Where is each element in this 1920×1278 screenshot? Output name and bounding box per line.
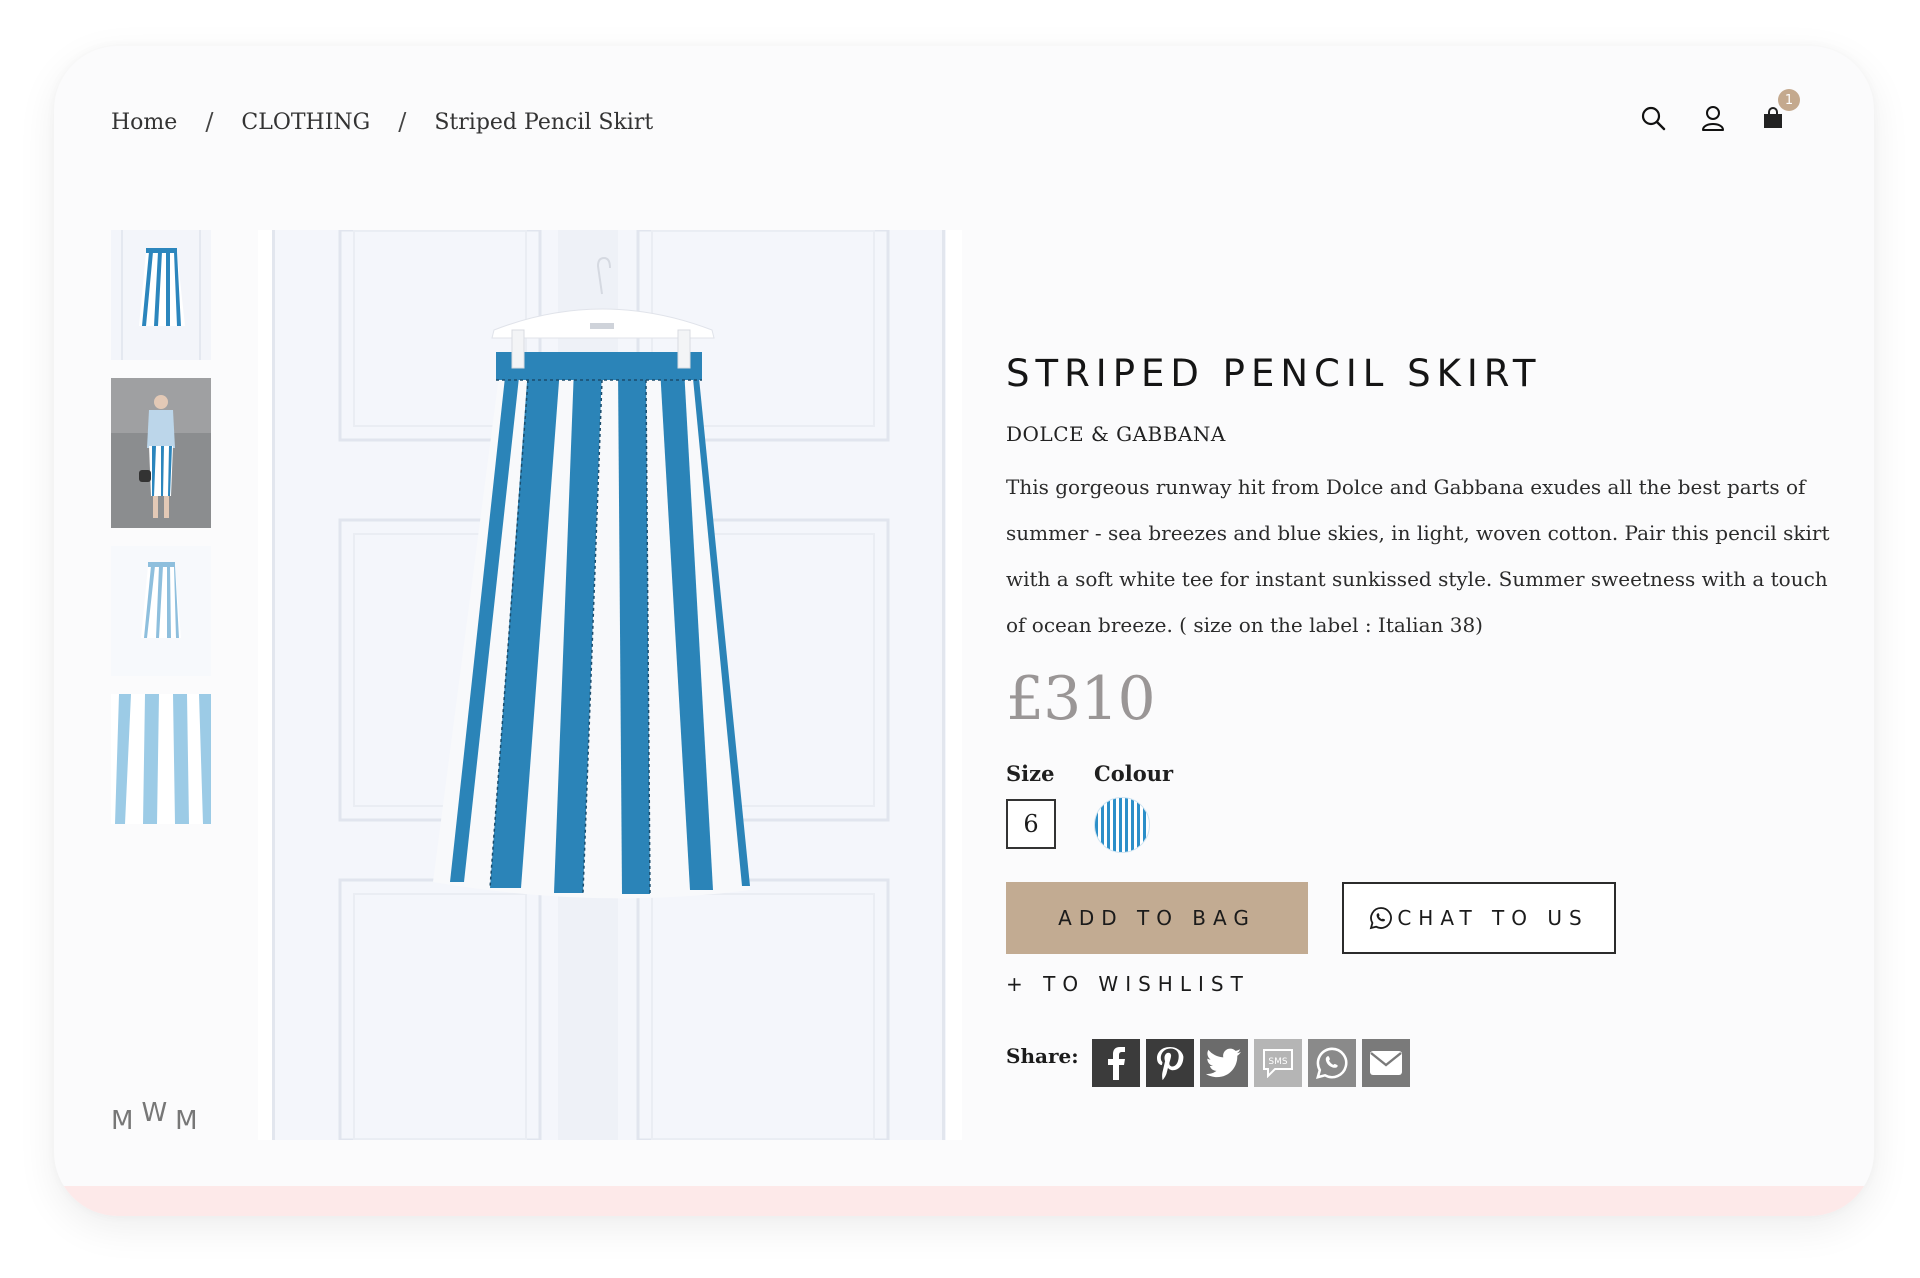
breadcrumb: Home / CLOTHING / Striped Pencil Skirt (111, 108, 653, 136)
thumbnail-skirt-faded[interactable] (111, 546, 211, 676)
product-page-card: Home / CLOTHING / Striped Pencil Skirt 1 (54, 46, 1874, 1216)
logo-letter: M (175, 1106, 206, 1136)
thumbnail-fabric-detail[interactable] (111, 694, 211, 824)
whatsapp-icon (1369, 906, 1393, 930)
size-label: Size (1006, 761, 1055, 786)
share-icons: SMS (1092, 1039, 1410, 1087)
shopping-bag-icon[interactable]: 1 (1760, 89, 1800, 132)
breadcrumb-current: Striped Pencil Skirt (434, 109, 654, 135)
svg-text:SMS: SMS (1268, 1057, 1287, 1067)
site-logo[interactable]: MWM (111, 1098, 206, 1136)
add-to-wishlist-link[interactable]: + TO WISHLIST (1006, 972, 1250, 996)
chat-to-us-label: CHAT TO US (1397, 906, 1589, 930)
card-footer-strip (54, 1186, 1874, 1216)
add-to-bag-button[interactable]: ADD TO BAG (1006, 882, 1308, 954)
logo-letter: W (141, 1098, 176, 1128)
user-icon[interactable] (1700, 104, 1726, 132)
thumbnail-skirt-front[interactable] (111, 230, 211, 360)
cart-count-badge: 1 (1778, 89, 1800, 111)
pinterest-icon[interactable] (1146, 1039, 1194, 1087)
share-label: Share: (1006, 1044, 1079, 1068)
search-icon[interactable] (1640, 104, 1666, 132)
logo-letter: M (111, 1106, 142, 1136)
size-option[interactable]: 6 (1006, 799, 1056, 849)
facebook-icon[interactable] (1092, 1039, 1140, 1087)
email-icon[interactable] (1362, 1039, 1410, 1087)
header-icons: 1 (1640, 89, 1800, 132)
product-price: £310 (1006, 664, 1156, 734)
main-product-image[interactable] (258, 230, 962, 1140)
colour-swatch[interactable] (1094, 797, 1150, 853)
twitter-icon[interactable] (1200, 1039, 1248, 1087)
whatsapp-share-icon[interactable] (1308, 1039, 1356, 1087)
colour-label: Colour (1094, 761, 1174, 786)
breadcrumb-separator: / (205, 108, 214, 136)
thumbnail-runway-model[interactable] (111, 378, 211, 528)
breadcrumb-separator: / (398, 108, 407, 136)
product-brand[interactable]: DOLCE & GABBANA (1006, 422, 1226, 446)
chat-to-us-button[interactable]: CHAT TO US (1342, 882, 1616, 954)
breadcrumb-category-link[interactable]: CLOTHING (241, 110, 370, 135)
sms-icon[interactable]: SMS (1254, 1039, 1302, 1087)
product-description: This gorgeous runway hit from Dolce and … (1006, 475, 1830, 637)
breadcrumb-home-link[interactable]: Home (111, 110, 177, 135)
thumbnail-list (111, 230, 211, 842)
product-title: STRIPED PENCIL SKIRT (1006, 352, 1542, 395)
